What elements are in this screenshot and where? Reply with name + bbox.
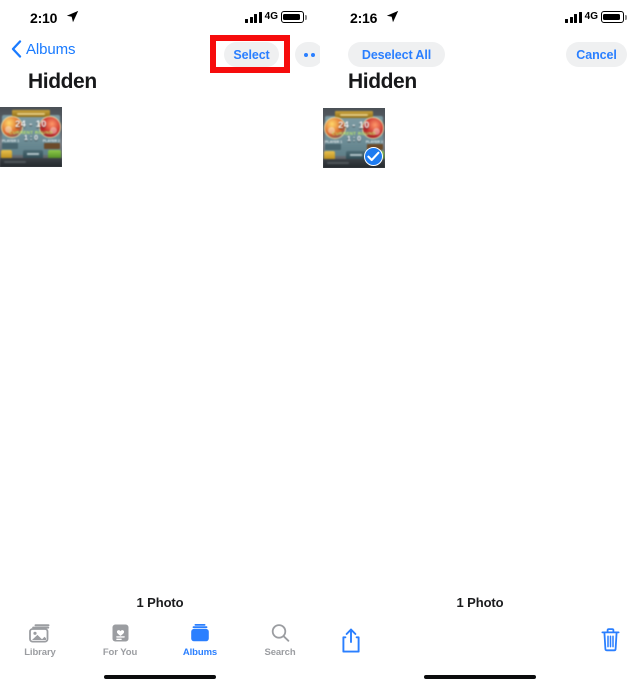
status-bar-time: 2:16: [350, 10, 378, 26]
trash-icon[interactable]: [600, 627, 621, 657]
home-indicator: [104, 674, 216, 679]
photo-stack-icon: [28, 622, 52, 644]
tab-for-you[interactable]: For You: [80, 622, 160, 672]
cellular-signal-icon: [245, 11, 262, 23]
back-to-albums-button[interactable]: Albums: [11, 40, 76, 58]
status-bar-time: 2:10: [30, 10, 58, 26]
game-score: 24 - 10: [15, 119, 47, 129]
game-banner: [335, 111, 373, 118]
album-title: Hidden: [348, 70, 417, 93]
location-arrow-icon: [386, 10, 399, 23]
photo-count-label: 1 Photo: [136, 595, 184, 610]
selection-action-bar: 1 Photo Selected: [320, 622, 640, 672]
tab-search-label: Search: [264, 647, 296, 658]
cellular-signal-icon: [565, 11, 582, 23]
checkmark-circle-icon[interactable]: [364, 147, 383, 166]
tab-library-label: Library: [24, 647, 56, 658]
status-bar-indicators: 4G: [565, 10, 627, 24]
status-bar-indicators: 4G: [245, 10, 307, 24]
deselect-all-button[interactable]: Deselect All: [348, 42, 445, 67]
cancel-button[interactable]: Cancel: [566, 42, 627, 67]
game-chip-left: [2, 143, 18, 149]
chevron-left-icon: [11, 40, 22, 58]
game-chip-left: [325, 144, 341, 150]
thumbnail-foreground: [0, 158, 62, 167]
tab-library[interactable]: Library: [0, 622, 80, 672]
battery-full-icon: [601, 11, 627, 23]
network-type-label: 4G: [264, 11, 278, 22]
photos-hidden-album-screen: 2:10 4G Albums Select Hidden 24 - 10 CUR…: [0, 0, 320, 686]
tab-search[interactable]: Search: [240, 622, 320, 672]
tab-for-you-label: For You: [102, 647, 138, 658]
screenshot-root: 2:10 4G Albums Select Hidden 24 - 10 CUR…: [0, 0, 640, 686]
album-title: Hidden: [28, 70, 97, 93]
game-banner: [12, 110, 50, 117]
network-type-label: 4G: [584, 11, 598, 22]
photo-thumbnail[interactable]: 24 - 10 CURRENT ROUND 1 : 0 PLAYER 1 PLA…: [0, 107, 62, 167]
back-label: Albums: [26, 40, 76, 58]
ellipsis-icon: [303, 52, 315, 57]
albums-stack-icon: [189, 622, 211, 644]
status-bar: 2:16 4G: [320, 0, 640, 32]
highlight-annotation-box: [210, 35, 290, 73]
photo-count-label: 1 Photo: [456, 595, 504, 610]
status-bar: 2:10 4G: [0, 0, 320, 32]
location-arrow-icon: [66, 10, 79, 23]
share-up-arrow-icon[interactable]: [340, 628, 362, 659]
photos-hidden-album-selection-screen: 2:16 4G Deselect All Cancel Hidden 24 - …: [320, 0, 640, 686]
photo-thumbnail[interactable]: 24 - 10 CURRENT ROUND 1 : 0 PLAYER 1 PLA…: [323, 108, 385, 168]
tab-albums-label: Albums: [182, 647, 218, 658]
more-options-button[interactable]: [295, 42, 320, 67]
home-indicator: [424, 674, 536, 679]
thumbnail-artwork: 24 - 10 CURRENT ROUND 1 : 0 PLAYER 1 PLA…: [0, 107, 62, 167]
tab-albums[interactable]: Albums: [160, 622, 240, 672]
game-chip-right: [44, 143, 60, 149]
for-you-card-icon: [110, 622, 131, 644]
magnifier-icon: [270, 622, 291, 644]
tab-bar: Library For You Albums Search: [0, 622, 320, 672]
battery-full-icon: [281, 11, 307, 23]
game-score: 24 - 10: [338, 120, 370, 130]
